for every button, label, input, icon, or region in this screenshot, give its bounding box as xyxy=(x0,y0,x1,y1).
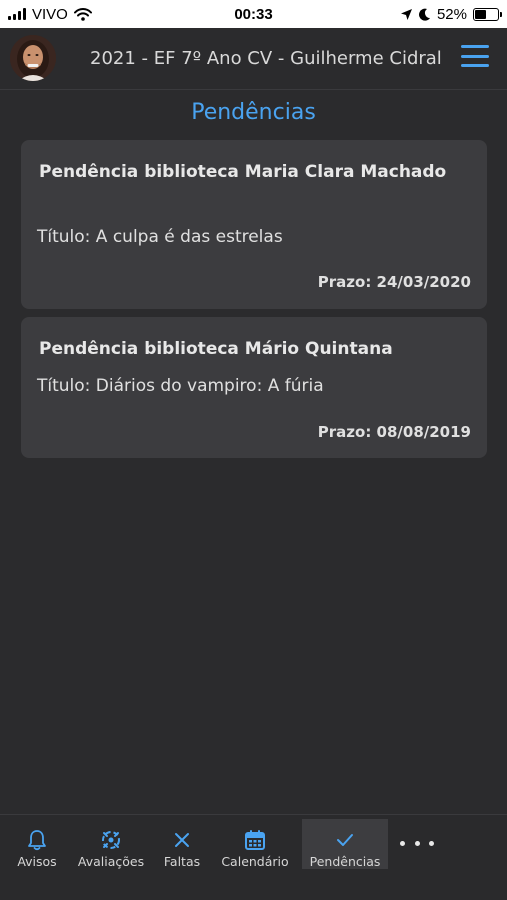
tab-label: Calendário xyxy=(221,854,289,869)
battery-percent: 52% xyxy=(436,5,467,23)
more-dots-icon[interactable] xyxy=(400,833,434,853)
avatar-image xyxy=(10,35,56,81)
tab-label: Avaliações xyxy=(77,854,145,869)
location-arrow-icon xyxy=(400,8,412,20)
pending-item-book-title: Título: Diários do vampiro: A fúria xyxy=(37,376,324,396)
pending-item-book-title: Título: A culpa é das estrelas xyxy=(37,227,283,247)
tab-pendencias[interactable]: Pendências xyxy=(302,819,388,869)
app-header: 2021 - EF 7º Ano CV - Guilherme Cidral xyxy=(0,28,507,90)
status-bar: VIVO 00:33 52% xyxy=(0,0,507,28)
hamburger-menu-icon[interactable] xyxy=(461,45,489,67)
status-right: 52% xyxy=(400,5,502,23)
pending-item-deadline: Prazo: 24/03/2020 xyxy=(317,273,471,291)
pending-item-card[interactable]: Pendência biblioteca Mário Quintana Títu… xyxy=(21,317,487,458)
bell-icon xyxy=(28,829,46,850)
x-icon xyxy=(175,832,189,847)
tab-avisos[interactable]: Avisos xyxy=(10,819,64,869)
battery-icon xyxy=(473,7,502,21)
pending-item-deadline: Prazo: 08/08/2019 xyxy=(317,423,471,441)
calendar-icon xyxy=(245,829,265,850)
battery-fill xyxy=(475,9,487,19)
pending-item-title: Pendência biblioteca Mário Quintana xyxy=(39,339,393,359)
pending-item-card[interactable]: Pendência biblioteca Maria Clara Machado… xyxy=(21,140,487,309)
header-title: 2021 - EF 7º Ano CV - Guilherme Cidral xyxy=(90,48,442,69)
evaluations-icon xyxy=(102,830,120,849)
tab-calendario[interactable]: Calendário xyxy=(218,819,292,869)
tab-faltas[interactable]: Faltas xyxy=(158,819,206,869)
check-icon xyxy=(337,833,353,846)
pending-item-title: Pendência biblioteca Maria Clara Machado xyxy=(39,162,447,182)
tab-avaliacoes[interactable]: Avaliações xyxy=(74,819,148,869)
bottom-tab-bar: Avisos Avaliações Faltas Calendário Pend… xyxy=(0,814,507,900)
carrier-label: VIVO xyxy=(32,5,68,23)
signal-icon xyxy=(8,8,26,20)
user-avatar[interactable] xyxy=(10,35,56,81)
tab-label: Pendências xyxy=(309,854,381,869)
moon-icon xyxy=(418,8,430,21)
status-left: VIVO xyxy=(8,6,92,23)
tab-label: Avisos xyxy=(17,854,57,869)
tab-label: Faltas xyxy=(163,854,201,869)
wifi-icon xyxy=(73,7,92,21)
page-title: Pendências xyxy=(191,100,316,125)
